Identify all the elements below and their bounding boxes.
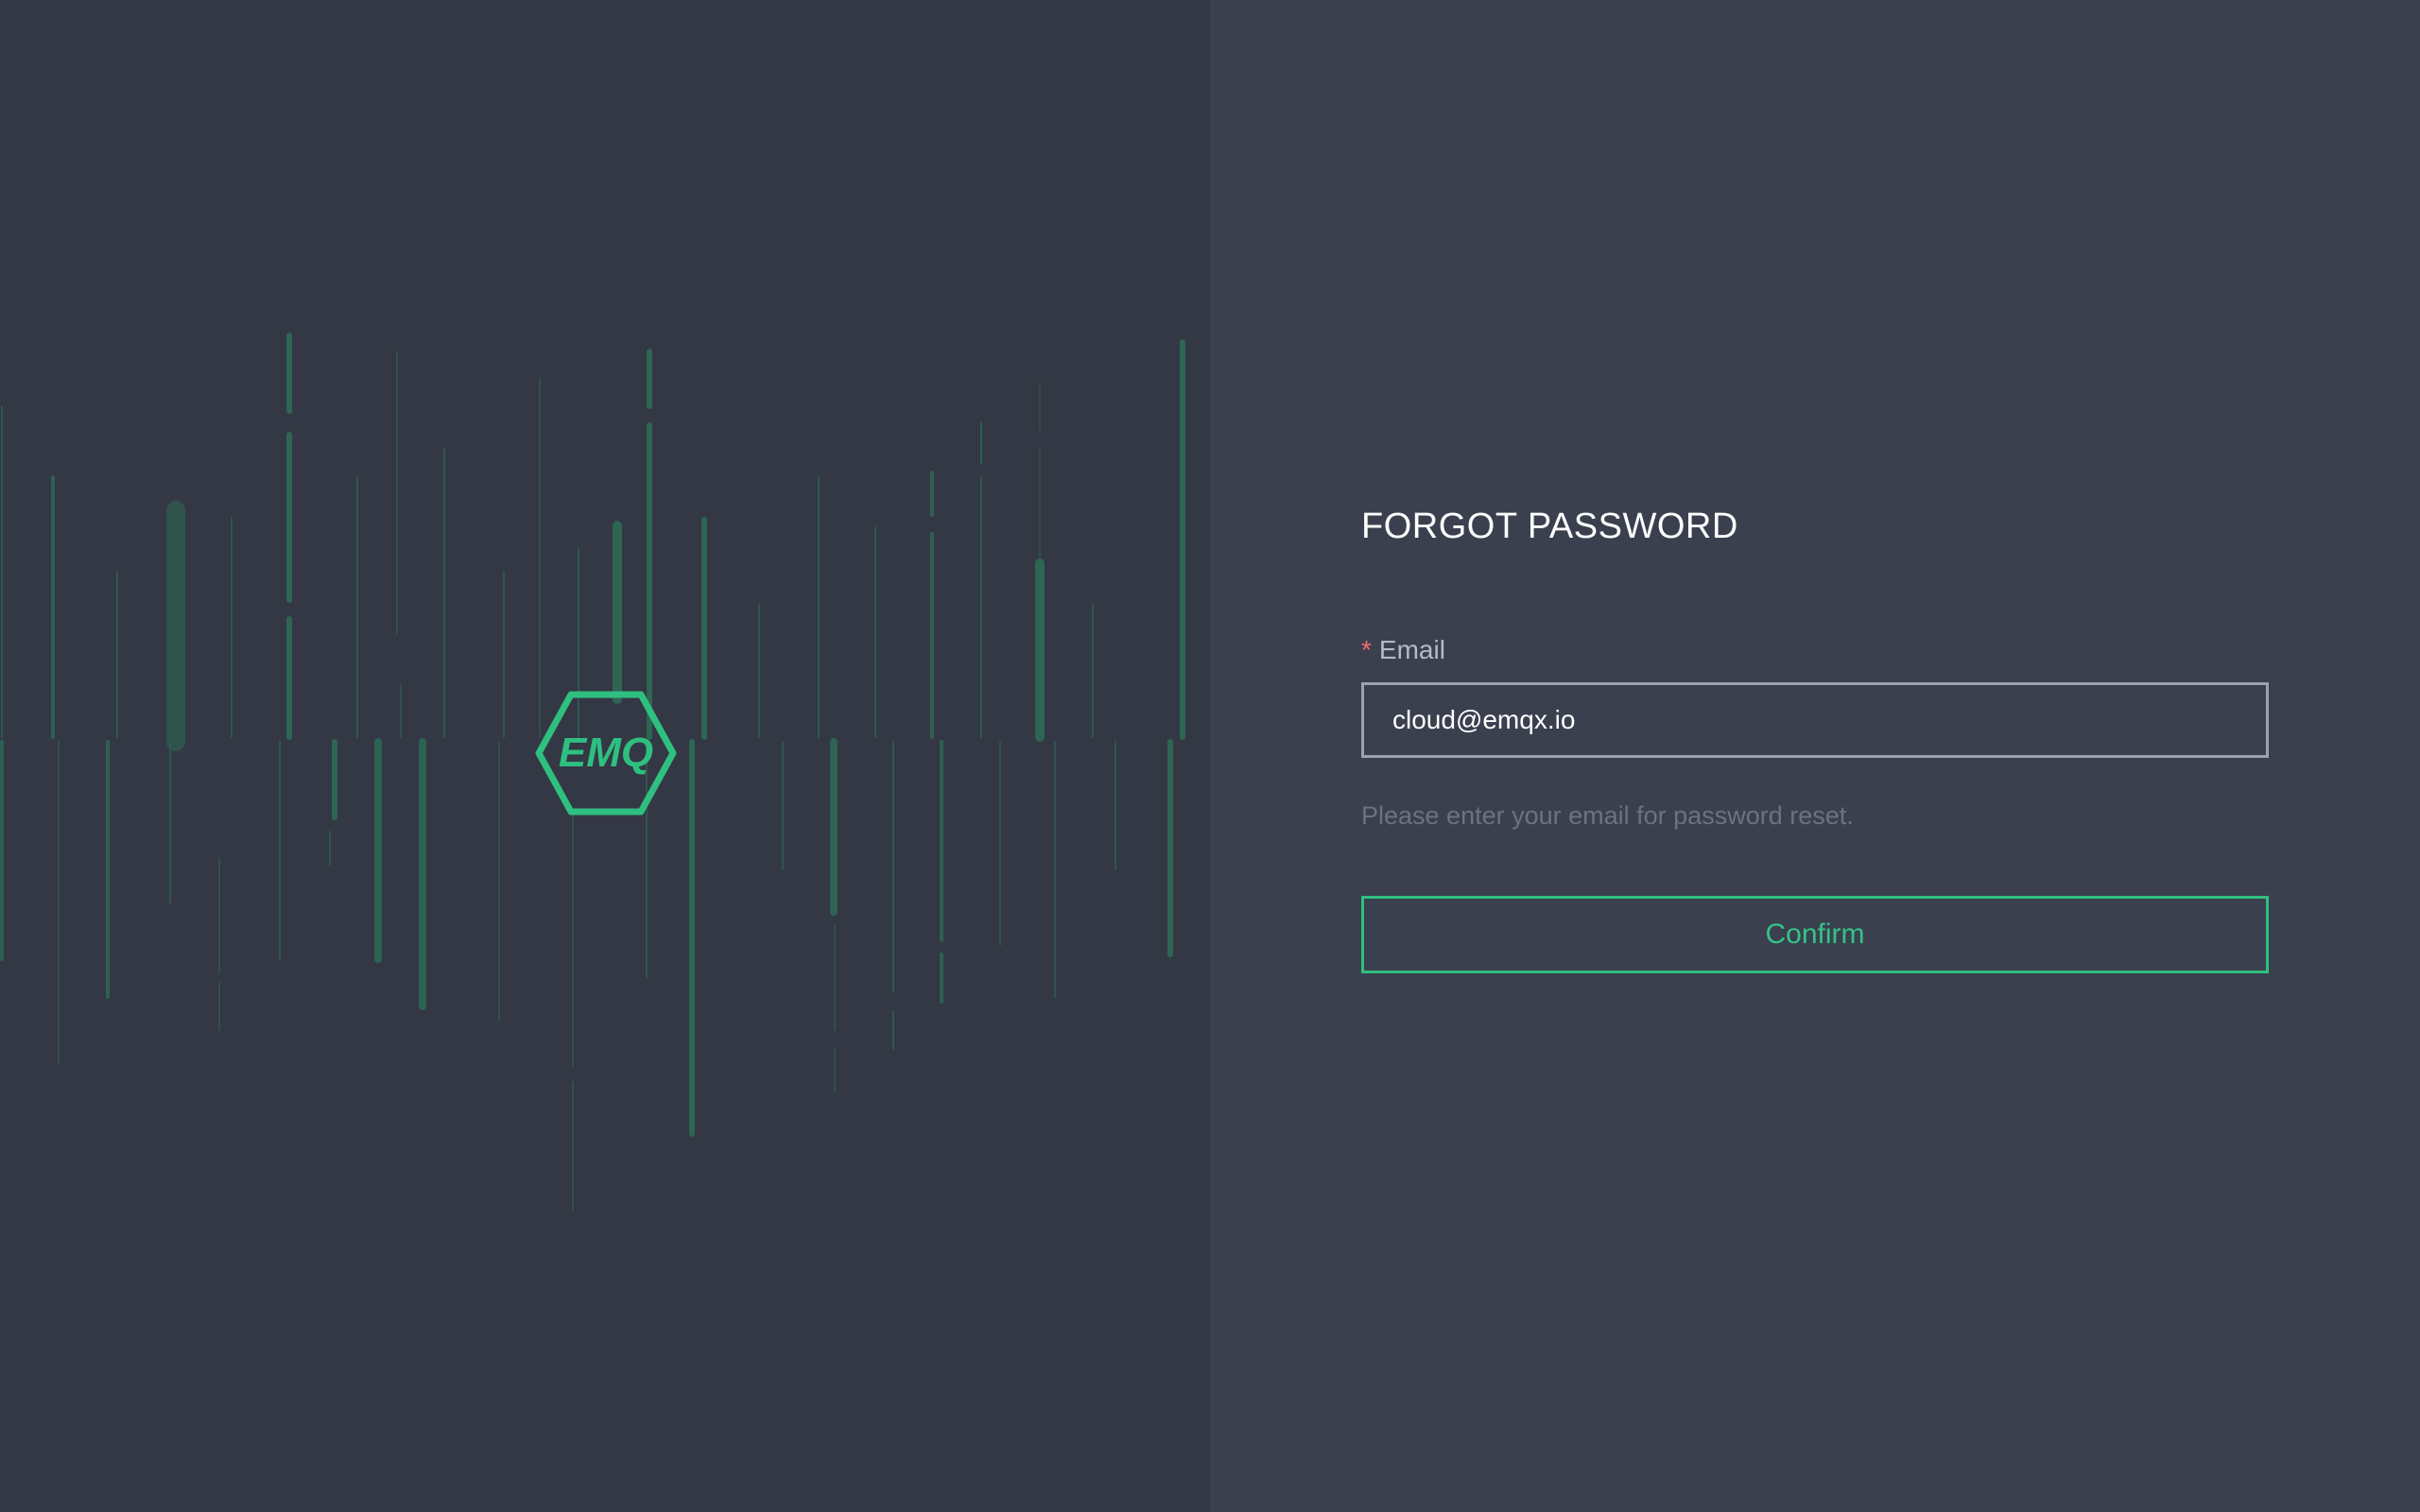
page-title: FORGOT PASSWORD — [1361, 507, 1738, 546]
logo-text: EMQ — [559, 730, 653, 776]
confirm-button[interactable]: Confirm — [1361, 896, 2269, 973]
email-field-label: * Email — [1361, 635, 1445, 665]
brand-panel: EMQ — [0, 0, 1210, 1512]
email-label-text: Email — [1378, 635, 1445, 664]
email-hint-text: Please enter your email for password res… — [1361, 801, 1854, 830]
form-panel: FORGOT PASSWORD *Email Please enter your… — [1210, 0, 2420, 1512]
forgot-password-page: EMQ FORGOT PASSWORD *Email Please enter … — [0, 0, 2420, 1512]
email-field[interactable] — [1361, 682, 2269, 758]
emq-logo: EMQ — [535, 691, 677, 816]
required-mark: * — [1361, 635, 1372, 664]
